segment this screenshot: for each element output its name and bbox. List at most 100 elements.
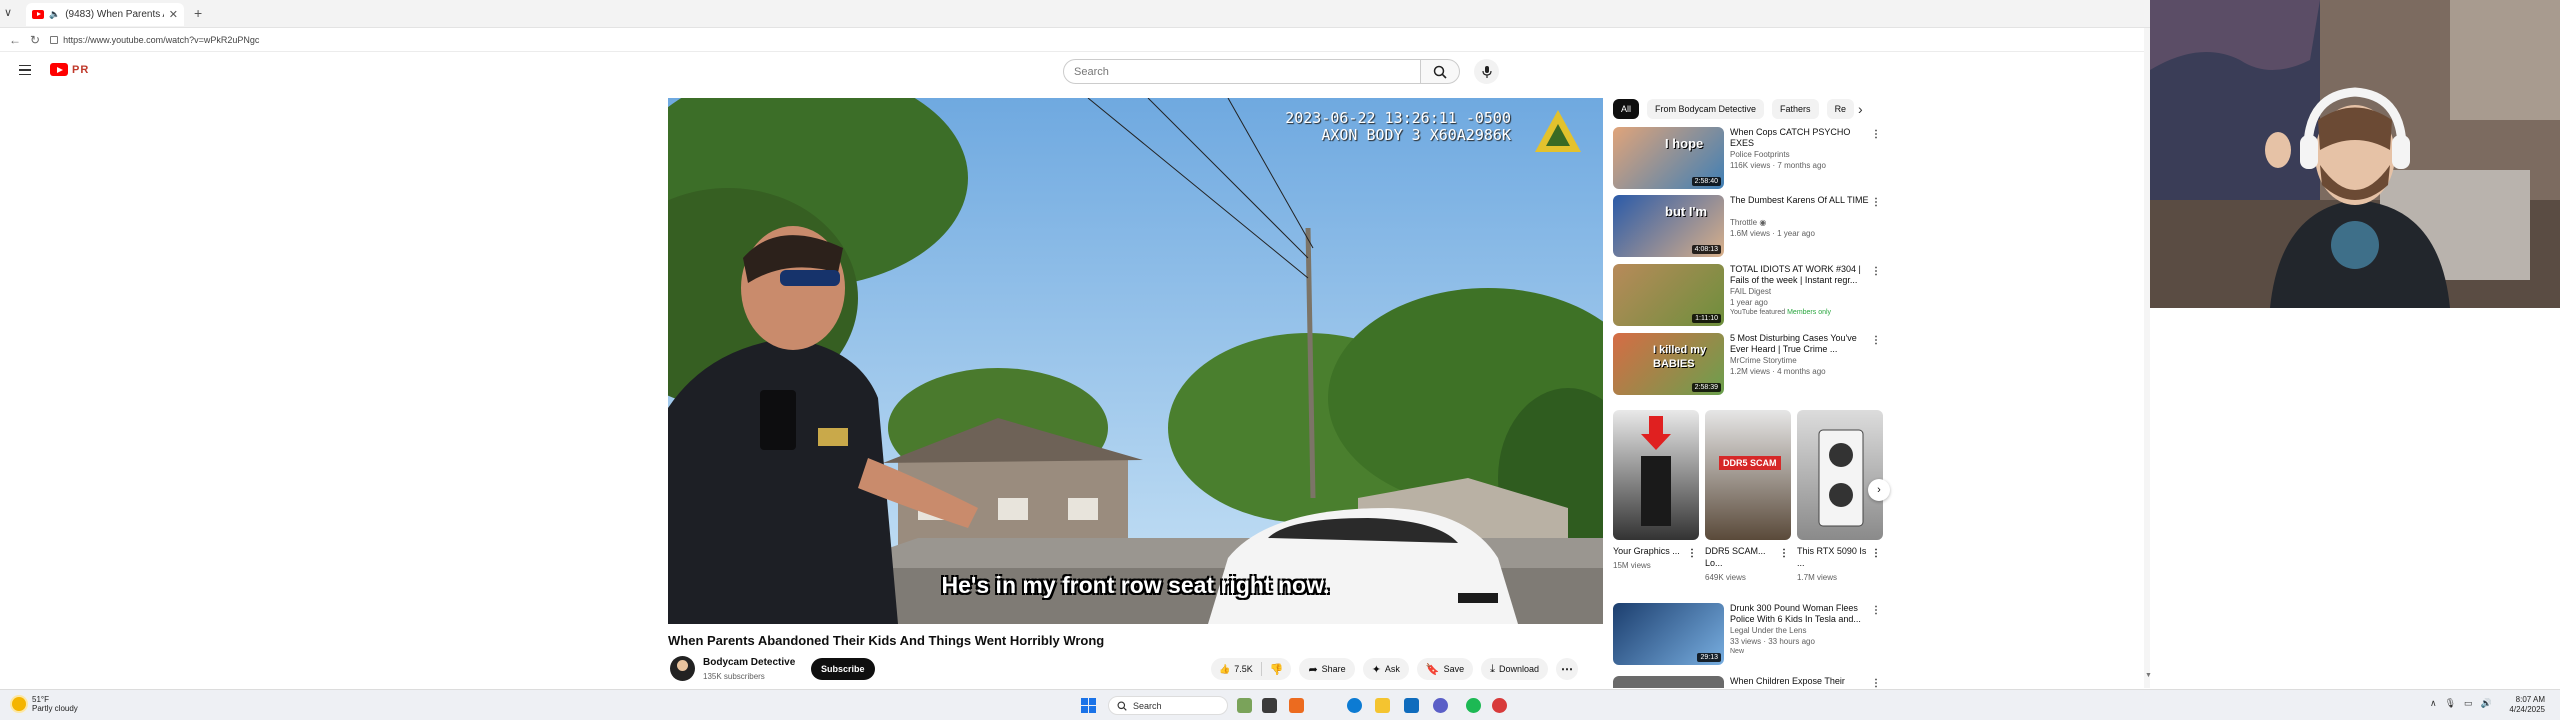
short-views: 649K views [1705, 573, 1746, 582]
channel-avatar[interactable] [670, 656, 695, 681]
save-button[interactable]: 🔖 Save [1416, 658, 1474, 680]
short-views: 1.7M views [1797, 573, 1838, 582]
download-button[interactable]: ⤓ Download [1481, 658, 1549, 680]
system-tray: ∧ 🎙 ▭ 🔊 [2430, 698, 2492, 709]
video-title[interactable]: The Dumbest Karens Of ALL TIME [1730, 195, 1870, 206]
dislike-button[interactable]: 👎 [1262, 663, 1292, 676]
url-text[interactable]: https://www.youtube.com/watch?v=wPkR2uPN… [63, 35, 259, 45]
channel-name[interactable]: MrCrime Storytime [1730, 356, 1797, 365]
video-title[interactable]: TOTAL IDIOTS AT WORK #304 | Fails of the… [1730, 264, 1870, 286]
video-title[interactable]: Drunk 300 Pound Woman Flees Police With … [1730, 603, 1870, 625]
channel-name[interactable]: Bodycam Detective [703, 657, 795, 668]
shorts-next-chevron-icon[interactable]: › [1868, 479, 1890, 501]
taskbar-clock[interactable]: 8:07 AM 4/24/2025 [2505, 695, 2545, 715]
youtube-logo[interactable]: PR [50, 63, 89, 76]
discord-icon[interactable] [1433, 698, 1448, 713]
channel-name[interactable]: Police Footprints [1730, 150, 1790, 159]
edge-browser-icon[interactable] [1347, 698, 1362, 713]
channel-subscriber-count: 135K subscribers [703, 672, 765, 681]
ask-button[interactable]: ✦ Ask [1362, 658, 1409, 680]
more-options-icon[interactable]: ⋮ [1871, 129, 1881, 140]
short-thumbnail[interactable] [1797, 410, 1883, 540]
chip-related[interactable]: Re [1826, 99, 1855, 119]
recommendation-item[interactable]: When Children Expose Their ⋮ [1613, 676, 1883, 688]
search-icon [1433, 65, 1447, 79]
taskbar-app-icon[interactable] [1237, 698, 1252, 713]
network-icon[interactable]: ▭ [2464, 698, 2473, 709]
task-view-icon[interactable] [1262, 698, 1277, 713]
voice-search-button[interactable] [1474, 59, 1499, 84]
video-thumbnail[interactable] [1613, 676, 1724, 688]
more-options-icon[interactable]: ⋮ [1779, 548, 1789, 559]
short-title[interactable]: This RTX 5090 Is ... [1797, 545, 1867, 569]
chip-fathers[interactable]: Fathers [1772, 99, 1819, 119]
short-title[interactable]: DDR5 SCAM... Lo... [1705, 545, 1775, 569]
site-info-icon[interactable] [50, 35, 59, 44]
short-thumbnail[interactable]: DDR5 SCAM [1705, 410, 1791, 540]
taskbar-app-icon[interactable] [1492, 698, 1507, 713]
channel-name[interactable]: FAIL Digest [1730, 287, 1771, 296]
new-tab-icon[interactable]: + [194, 5, 202, 21]
video-thumbnail[interactable]: but I'm 4:08:13 [1613, 195, 1724, 257]
recommendation-item[interactable]: I killed my BABIES 2:58:39 5 Most Distur… [1613, 333, 1883, 397]
recommendation-item[interactable]: but I'm 4:08:13 The Dumbest Karens Of AL… [1613, 195, 1883, 259]
channel-name[interactable]: Throttle ◉ [1730, 218, 1766, 227]
short-thumbnail[interactable] [1613, 410, 1699, 540]
browser-tab[interactable]: 🔈 (9483) When Parents Abando ✕ [26, 3, 184, 26]
back-icon[interactable]: ← [9, 33, 21, 47]
video-meta: 33 views · 33 hours ago [1730, 637, 1815, 646]
chip-all[interactable]: All [1613, 99, 1640, 119]
taskbar-app-icon[interactable] [1404, 698, 1419, 713]
more-options-icon[interactable]: ⋮ [1871, 678, 1881, 688]
reload-icon[interactable]: ↻ [30, 33, 40, 47]
more-options-icon[interactable]: ⋮ [1687, 548, 1697, 559]
short-title[interactable]: Your Graphics ... [1613, 545, 1683, 557]
video-player[interactable]: 2023-06-22 13:26:11 -0500 AXON BODY 3 X6… [668, 98, 1603, 624]
search-button[interactable] [1420, 59, 1460, 84]
clock-time: 8:07 AM [2515, 695, 2545, 704]
scroll-down-arrow-icon[interactable]: ▼ [2145, 672, 2152, 679]
short-item[interactable]: Your Graphics ... 15M views ⋮ [1613, 410, 1699, 570]
more-options-icon[interactable]: ⋮ [1871, 548, 1881, 559]
taskbar-search-label: Search [1133, 700, 1162, 711]
more-options-icon[interactable]: ⋮ [1871, 335, 1881, 346]
thumbnail-caption: I killed my BABIES [1653, 344, 1707, 370]
file-explorer-icon[interactable] [1375, 698, 1390, 713]
more-options-icon[interactable]: ⋮ [1871, 266, 1881, 277]
url-box[interactable]: https://www.youtube.com/watch?v=wPkR2uPN… [50, 35, 259, 45]
show-hidden-icons-icon[interactable]: ∧ [2430, 698, 2437, 709]
video-thumbnail[interactable]: I killed my BABIES 2:58:39 [1613, 333, 1724, 395]
taskbar-app-icon[interactable] [1289, 698, 1304, 713]
like-button[interactable]: 👍 7.5K [1211, 662, 1262, 676]
video-thumbnail[interactable]: 1:11:10 [1613, 264, 1724, 326]
weather-widget[interactable]: 51°F Partly cloudy [12, 695, 78, 713]
tab-list-chevron-icon[interactable]: ∨ [4, 6, 12, 19]
video-thumbnail[interactable]: 29:13 [1613, 603, 1724, 665]
more-actions-button[interactable]: ⋯ [1556, 658, 1579, 680]
hamburger-menu-icon[interactable] [19, 65, 31, 75]
subscribe-button[interactable]: Subscribe [811, 658, 875, 680]
video-thumbnail[interactable]: I hope 2:58:40 [1613, 127, 1724, 189]
close-tab-icon[interactable]: ✕ [169, 8, 178, 21]
recommendation-item[interactable]: 29:13 Drunk 300 Pound Woman Flees Police… [1613, 603, 1883, 667]
microphone-icon[interactable]: 🎙 [2445, 698, 2456, 709]
recommendation-item[interactable]: 1:11:10 TOTAL IDIOTS AT WORK #304 | Fail… [1613, 264, 1883, 328]
share-button[interactable]: ➦ Share [1299, 658, 1355, 680]
volume-icon[interactable]: 🔊 [2481, 698, 2492, 709]
video-title[interactable]: 5 Most Disturbing Cases You've Ever Hear… [1730, 333, 1870, 355]
chips-next-chevron-icon[interactable]: › [1858, 101, 1863, 117]
video-title[interactable]: When Cops CATCH PSYCHO EXES [1730, 127, 1870, 149]
speaker-icon[interactable]: 🔈 [49, 9, 60, 20]
taskbar-search[interactable]: Search [1108, 696, 1228, 715]
channel-name[interactable]: Legal Under the Lens [1730, 626, 1807, 635]
short-item[interactable]: DDR5 SCAM DDR5 SCAM... Lo... 649K views … [1705, 410, 1791, 582]
more-options-icon[interactable]: ⋮ [1871, 197, 1881, 208]
chip-from-channel[interactable]: From Bodycam Detective [1647, 99, 1765, 119]
video-title[interactable]: When Children Expose Their [1730, 676, 1870, 687]
start-button[interactable] [1081, 698, 1096, 713]
search-input[interactable] [1074, 65, 1420, 78]
spotify-icon[interactable] [1466, 698, 1481, 713]
search-box[interactable] [1063, 59, 1421, 84]
recommendation-item[interactable]: I hope 2:58:40 When Cops CATCH PSYCHO EX… [1613, 127, 1883, 191]
more-options-icon[interactable]: ⋮ [1871, 605, 1881, 616]
